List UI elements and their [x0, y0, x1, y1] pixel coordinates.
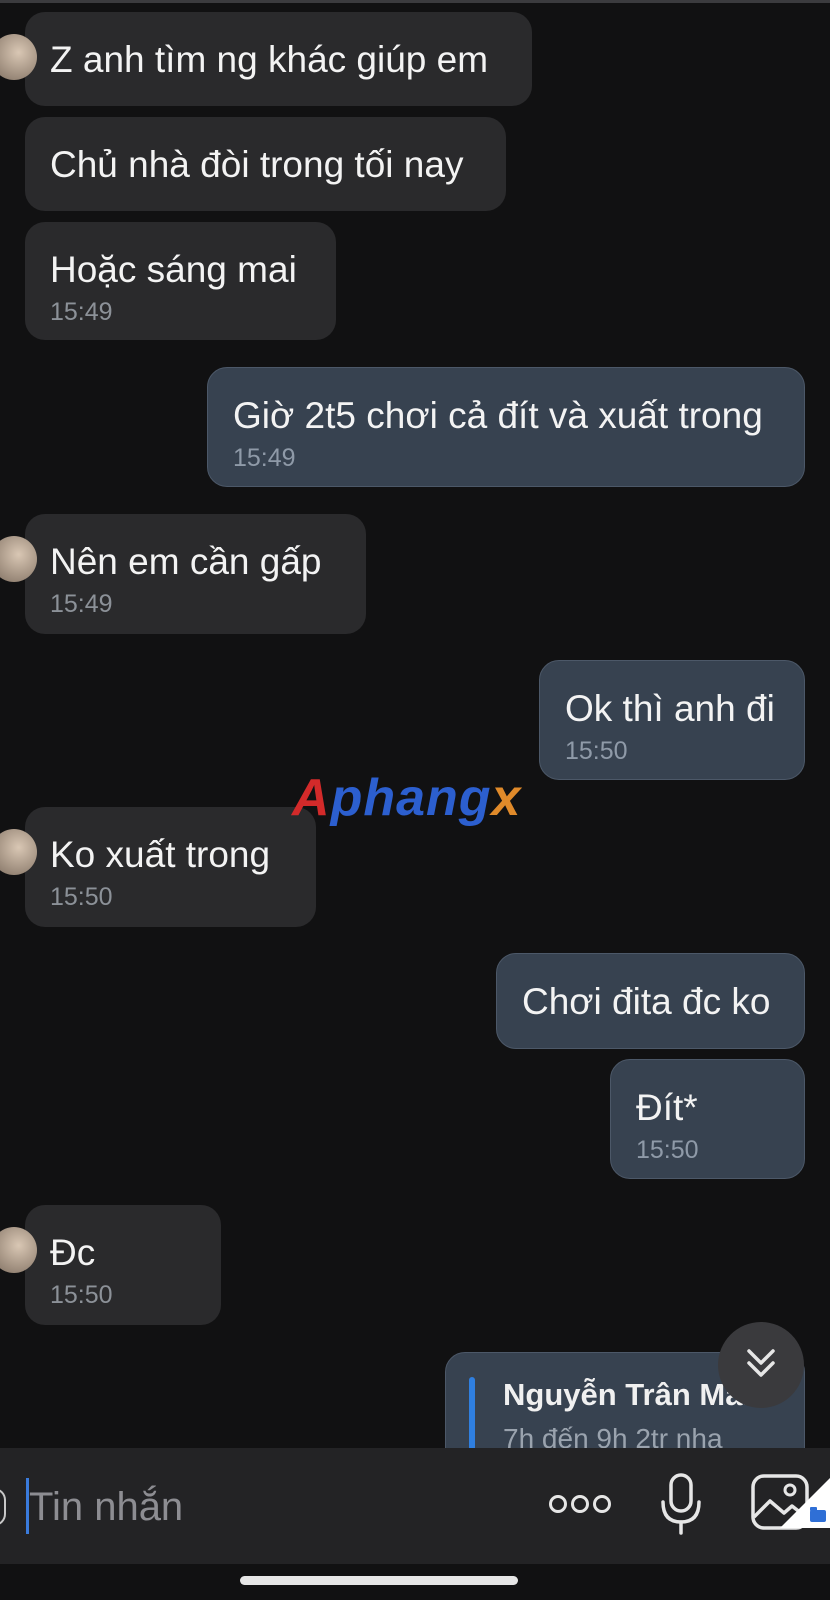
quote-text: 7h đến 9h 2tr nha — [503, 1423, 723, 1448]
more-button[interactable] — [545, 1478, 615, 1534]
avatar[interactable] — [0, 829, 37, 875]
double-chevron-down-icon — [741, 1343, 781, 1388]
message-text: Đít* — [636, 1087, 698, 1128]
message-text: Hoặc sáng mai — [50, 249, 297, 290]
message-input[interactable] — [29, 1482, 509, 1532]
message-text: Giờ 2t5 chơi cả đít và xuất trong — [233, 395, 763, 436]
composer-bar — [0, 1448, 830, 1564]
message-time: 15:50 — [50, 883, 113, 911]
message-time: 15:50 — [50, 1281, 113, 1309]
message-bubble-outgoing[interactable]: Ok thì anh đi 15:50 — [539, 660, 805, 780]
quote-accent-bar — [469, 1377, 475, 1448]
message-bubble-incoming[interactable]: Đc 15:50 — [0, 1205, 221, 1325]
message-time: 15:49 — [233, 444, 296, 472]
message-text: Z anh tìm ng khác giúp em — [50, 39, 489, 80]
message-bubble-outgoing[interactable]: Chơi đita đc ko — [496, 953, 805, 1049]
avatar[interactable] — [0, 1227, 37, 1273]
message-text: Ko xuất trong — [50, 834, 271, 875]
message-bubble-outgoing[interactable]: Giờ 2t5 chơi cả đít và xuất trong 15:49 — [207, 367, 805, 487]
avatar[interactable] — [0, 34, 37, 80]
voice-button[interactable] — [656, 1468, 706, 1544]
message-text: Chơi đita đc ko — [522, 981, 771, 1022]
message-bubble-incoming[interactable]: Ko xuất trong 15:50 — [0, 807, 316, 927]
message-text: Đc — [50, 1232, 96, 1273]
watermark-logo: Aphangx — [292, 769, 522, 827]
message-bubble-incoming[interactable]: Hoặc sáng mai 15:49 — [25, 222, 336, 340]
message-text: Nên em cần gấp — [50, 541, 322, 582]
folder-badge-icon — [780, 1478, 830, 1528]
avatar[interactable] — [0, 536, 37, 582]
message-bubble-incoming[interactable]: Nên em cần gấp 15:49 — [0, 514, 366, 634]
microphone-icon — [659, 1472, 703, 1541]
message-time: 15:49 — [50, 590, 113, 618]
message-bubble-incoming[interactable]: Chủ nhà đòi trong tối nay — [25, 117, 506, 211]
message-list[interactable]: Z anh tìm ng khác giúp em Chủ nhà đòi tr… — [0, 0, 830, 1448]
message-time: 15:50 — [565, 737, 628, 765]
message-bubble-incoming[interactable]: Z anh tìm ng khác giúp em — [0, 12, 532, 106]
more-dots-icon — [547, 1492, 613, 1521]
scroll-to-bottom-button[interactable] — [718, 1322, 804, 1408]
home-gesture-handle[interactable] — [240, 1576, 518, 1585]
emoji-icon[interactable] — [0, 1488, 6, 1526]
message-time: 15:50 — [636, 1136, 699, 1164]
message-time: 15:49 — [50, 298, 113, 326]
message-bubble-outgoing[interactable]: Đít* 15:50 — [610, 1059, 805, 1179]
message-text: Ok thì anh đi — [565, 688, 775, 729]
message-text: Chủ nhà đòi trong tối nay — [50, 144, 464, 185]
